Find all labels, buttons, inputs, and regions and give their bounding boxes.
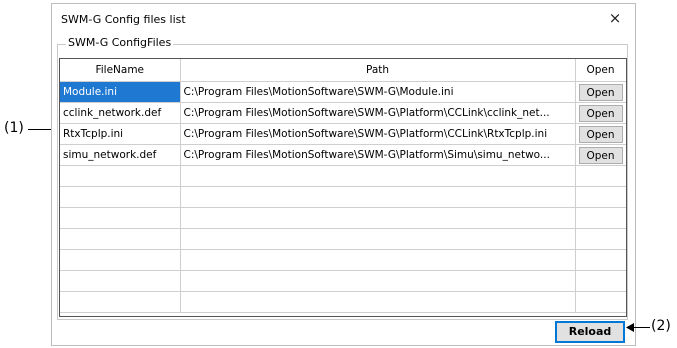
config-files-grid[interactable]: FileName Path Open Module.ini C:\Program… <box>59 58 627 317</box>
callout-2-label: (2) <box>651 318 671 334</box>
open-button[interactable]: Open <box>578 125 623 143</box>
filename-cell[interactable]: Module.ini <box>60 81 181 103</box>
callout-1-label: (1) <box>4 120 24 136</box>
open-cell: Open <box>575 123 626 145</box>
close-icon[interactable]: × <box>605 8 625 28</box>
empty-cell <box>60 186 181 208</box>
column-header-path[interactable]: Path <box>180 59 576 82</box>
empty-row <box>60 207 626 229</box>
open-cell: Open <box>575 102 626 124</box>
empty-cell <box>180 270 576 292</box>
path-cell[interactable]: C:\Program Files\MotionSoftware\SWM-G\Pl… <box>180 144 576 166</box>
filename-cell[interactable]: cclink_network.def <box>60 102 181 124</box>
empty-cell <box>575 228 626 250</box>
empty-cell <box>180 165 576 187</box>
open-cell: Open <box>575 81 626 103</box>
empty-cell <box>575 291 626 313</box>
empty-cell <box>575 165 626 187</box>
empty-cell <box>180 249 576 271</box>
empty-row <box>60 165 626 187</box>
open-button[interactable]: Open <box>578 104 623 122</box>
column-header-filename[interactable]: FileName <box>60 59 181 82</box>
empty-cell <box>60 249 181 271</box>
empty-row <box>60 270 626 292</box>
path-cell[interactable]: C:\Program Files\MotionSoftware\SWM-G\Pl… <box>180 102 576 124</box>
title-bar: SWM-G Config files list × <box>52 4 635 34</box>
table-row[interactable]: RtxTcplp.ini C:\Program Files\MotionSoft… <box>60 123 626 145</box>
empty-cell <box>180 207 576 229</box>
empty-row <box>60 249 626 271</box>
empty-row <box>60 291 626 313</box>
config-files-dialog: SWM-G Config files list × SWM-G ConfigFi… <box>51 3 636 346</box>
table-row[interactable]: cclink_network.def C:\Program Files\Moti… <box>60 102 626 124</box>
filename-cell[interactable]: RtxTcplp.ini <box>60 123 181 145</box>
reload-button[interactable]: Reload <box>555 321 625 343</box>
empty-cell <box>60 270 181 292</box>
empty-cell <box>60 291 181 313</box>
empty-cell <box>60 228 181 250</box>
empty-cell <box>575 270 626 292</box>
callout-2-arrow <box>630 327 650 328</box>
empty-cell <box>575 186 626 208</box>
dialog-title: SWM-G Config files list <box>61 13 186 26</box>
config-files-table: FileName Path Open Module.ini C:\Program… <box>60 59 626 313</box>
empty-cell <box>575 249 626 271</box>
empty-cell <box>180 186 576 208</box>
open-button[interactable]: Open <box>578 83 623 101</box>
group-label: SWM-G ConfigFiles <box>66 36 174 49</box>
column-header-open[interactable]: Open <box>575 59 626 82</box>
empty-row <box>60 228 626 250</box>
header-row: FileName Path Open <box>60 59 626 82</box>
empty-cell <box>60 207 181 229</box>
open-cell: Open <box>575 144 626 166</box>
open-button[interactable]: Open <box>578 146 623 164</box>
path-cell[interactable]: C:\Program Files\MotionSoftware\SWM-G\Pl… <box>180 123 576 145</box>
table-row[interactable]: Module.ini C:\Program Files\MotionSoftwa… <box>60 81 626 103</box>
filename-cell[interactable]: simu_network.def <box>60 144 181 166</box>
empty-row <box>60 186 626 208</box>
empty-cell <box>180 291 576 313</box>
empty-cell <box>60 165 181 187</box>
empty-cell <box>575 207 626 229</box>
table-row[interactable]: simu_network.def C:\Program Files\Motion… <box>60 144 626 166</box>
config-files-group: SWM-G ConfigFiles FileName Path Open Mod… <box>57 36 628 320</box>
path-cell[interactable]: C:\Program Files\MotionSoftware\SWM-G\Mo… <box>180 81 576 103</box>
empty-cell <box>180 228 576 250</box>
